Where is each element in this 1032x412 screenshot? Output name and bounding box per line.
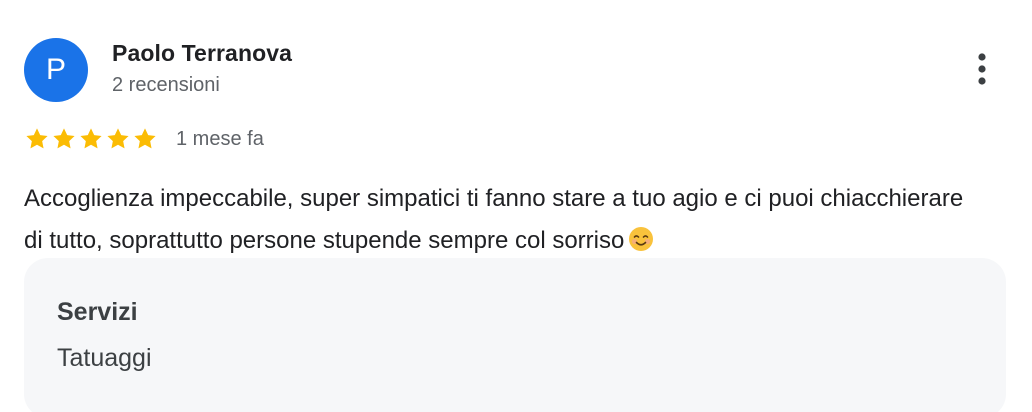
review-date: 1 mese fa bbox=[176, 128, 264, 150]
star-icon bbox=[134, 128, 156, 149]
review-text: Accoglienza impeccabile, super simpatici… bbox=[24, 178, 984, 262]
more-vert-icon bbox=[978, 53, 986, 85]
star-icon bbox=[107, 128, 129, 149]
star-icon bbox=[26, 128, 48, 149]
service-heading: Servizi bbox=[57, 298, 138, 326]
avatar-letter: P bbox=[45, 53, 66, 86]
smiling-face-emoji-icon bbox=[629, 227, 654, 251]
service-section: Servizi Tatuaggi bbox=[24, 258, 1006, 412]
review-text-body: Accoglienza impeccabile, super simpatici… bbox=[24, 185, 964, 254]
star-rating bbox=[24, 126, 158, 152]
service-value: Tatuaggi bbox=[57, 344, 152, 372]
avatar[interactable]: P bbox=[24, 38, 88, 102]
more-options-button[interactable] bbox=[966, 50, 998, 88]
star-icon bbox=[80, 128, 102, 149]
star-icon bbox=[53, 128, 75, 149]
author-review-count: 2 recensioni bbox=[112, 74, 220, 96]
author-name[interactable]: Paolo Terranova bbox=[112, 40, 292, 67]
